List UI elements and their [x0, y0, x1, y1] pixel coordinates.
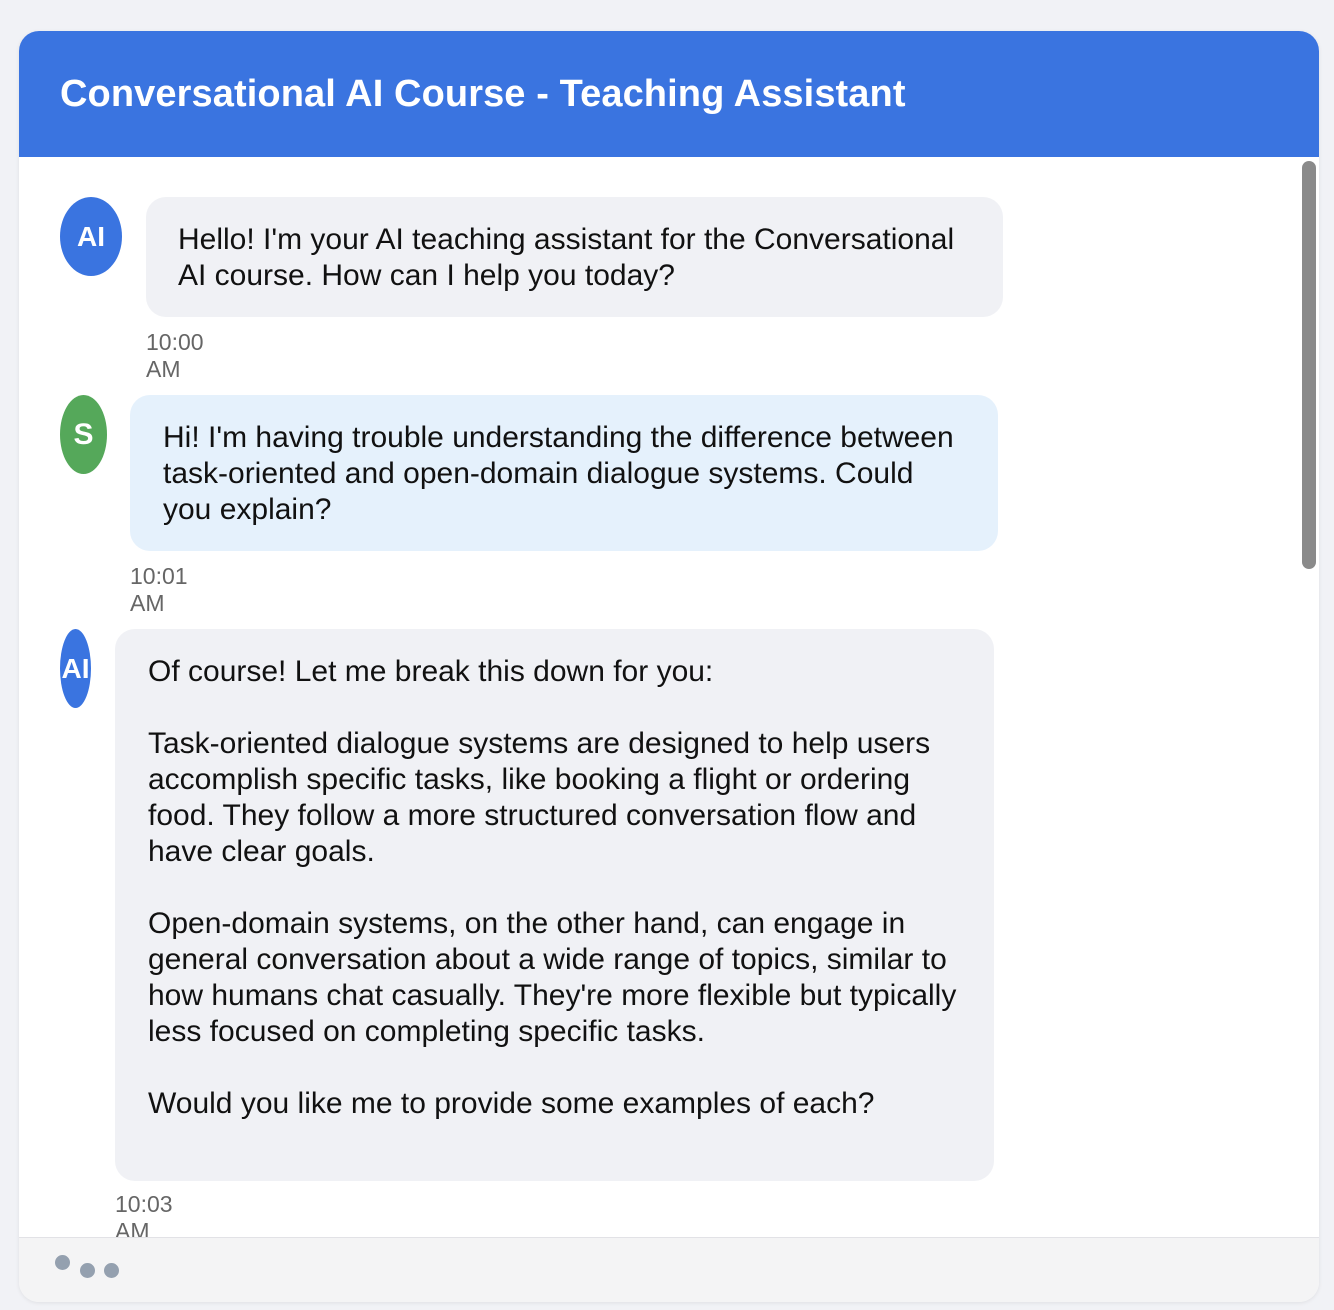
message-bubble: Hi! I'm having trouble understanding the… [130, 395, 998, 551]
message-timestamp: 10:03 AM [115, 1191, 173, 1238]
avatar-ai: AI [60, 197, 122, 276]
message-timestamp: 10:00 AM [146, 329, 204, 382]
typing-dot [55, 1255, 70, 1270]
chat-window: Conversational AI Course - Teaching Assi… [19, 31, 1319, 1302]
message-timestamp: 10:01 AM [130, 563, 188, 616]
message-list[interactable]: AI Hello! I'm your AI teaching assistant… [19, 157, 1319, 1238]
message-bubble: Of course! Let me break this down for yo… [115, 629, 994, 1181]
avatar-student: S [60, 395, 107, 474]
typing-dot [104, 1263, 119, 1278]
message-bubble: Hello! I'm your AI teaching assistant fo… [146, 197, 1003, 317]
page-title: Conversational AI Course - Teaching Assi… [60, 72, 906, 115]
avatar-ai: AI [60, 629, 91, 708]
chat-footer [19, 1237, 1319, 1302]
chat-header: Conversational AI Course - Teaching Assi… [19, 31, 1319, 157]
scrollbar-thumb[interactable] [1302, 161, 1316, 569]
typing-dot [80, 1263, 95, 1278]
